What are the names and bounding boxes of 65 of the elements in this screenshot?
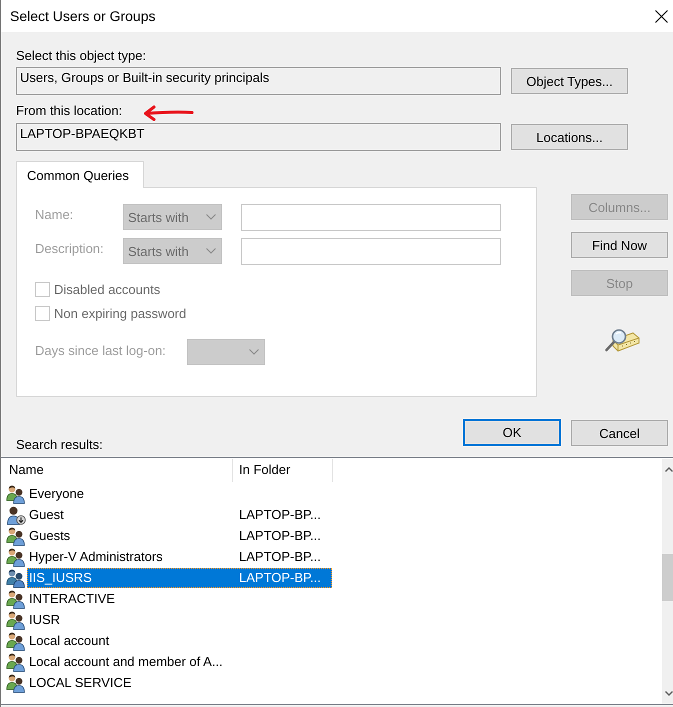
user-group-icon [6, 652, 26, 672]
name-cell-text: Local account and member of A... [28, 652, 224, 670]
object-type-field[interactable]: Users, Groups or Built-in security principals [16, 67, 501, 95]
checkbox-label: Disabled accounts [54, 282, 160, 298]
tab[interactable]: Common Queries [16, 161, 144, 188]
chevron-down-icon [206, 248, 216, 254]
scrollbar[interactable] [662, 459, 673, 704]
name-cell-text: LOCAL SERVICE [28, 674, 133, 692]
column-header[interactable]: Name [1, 459, 233, 482]
folder-cell-text: LAPTOP-BP... [238, 506, 322, 524]
name-field[interactable] [241, 204, 501, 231]
chevron-up-icon[interactable] [665, 467, 673, 472]
name-cell-text: IUSR [28, 610, 62, 628]
result-row[interactable]: Local account and member of A... [27, 652, 332, 672]
folder-cell-text: LAPTOP-BP... [238, 526, 322, 544]
name-cell-text: Guests [28, 526, 72, 544]
find-now-button[interactable]: Find Now [571, 232, 668, 258]
cancel-button[interactable]: Cancel [571, 420, 668, 446]
user-group-icon [6, 630, 26, 650]
field-label: From this location: [16, 103, 122, 119]
magnifier-tray-icon [604, 327, 640, 353]
locations-button[interactable]: Locations... [511, 124, 628, 150]
folder-cell-text: LAPTOP-BP... [238, 568, 322, 586]
result-row[interactable]: Everyone [27, 484, 332, 504]
name-cell-text: Hyper-V Administrators [28, 548, 164, 566]
result-row[interactable]: Guests LAPTOP-BP... [27, 526, 332, 546]
user-group-icon [6, 672, 26, 692]
user-group-icon [6, 526, 26, 546]
chevron-down-icon [206, 214, 216, 220]
chevron-down-icon[interactable] [665, 691, 673, 696]
object-types-button[interactable]: Object Types... [511, 68, 628, 94]
user-icon [6, 504, 26, 524]
query-label: Days since last log-on: [35, 342, 167, 359]
result-row[interactable]: Hyper-V Administrators LAPTOP-BP... [27, 546, 332, 566]
query-label: Name: [35, 206, 74, 223]
result-row[interactable]: Guest LAPTOP-BP... [27, 504, 332, 524]
description-field[interactable] [241, 238, 501, 265]
close-icon [654, 10, 668, 22]
checkbox-label: Non expiring password [54, 306, 186, 322]
scrollbar-thumb[interactable] [662, 554, 673, 601]
result-row[interactable]: IUSR [27, 610, 332, 630]
result-row[interactable]: Local account [27, 630, 332, 650]
field-label: Select this object type: [16, 48, 146, 64]
chevron-down-icon [249, 349, 259, 355]
name-cell-text: INTERACTIVE [28, 590, 116, 608]
result-row[interactable]: IIS_IUSRS LAPTOP-BP... [27, 568, 332, 588]
result-row[interactable]: LOCAL SERVICE [27, 672, 332, 692]
name-cell-text: Guest [28, 506, 65, 524]
column-header[interactable]: In Folder [233, 459, 333, 482]
folder-cell-text: LAPTOP-BP... [238, 548, 322, 566]
name-cell-text: IIS_IUSRS [28, 568, 93, 587]
name-cell-text: Local account [28, 632, 110, 650]
window-title: Select Users or Groups [10, 7, 156, 25]
search-results-label: Search results: [16, 437, 104, 453]
ok-button[interactable]: OK [463, 419, 561, 446]
user-group-icon [6, 610, 26, 630]
result-row[interactable]: INTERACTIVE [27, 588, 332, 608]
user-group-icon [6, 568, 26, 588]
name-cell-text: Everyone [28, 484, 85, 503]
user-group-icon [6, 588, 26, 608]
query-label: Description: [35, 240, 105, 257]
annotation-arrow [142, 104, 194, 120]
user-group-icon [6, 484, 26, 504]
location-field[interactable]: LAPTOP-BPAEQKBT [16, 123, 501, 151]
user-group-icon [6, 546, 26, 566]
